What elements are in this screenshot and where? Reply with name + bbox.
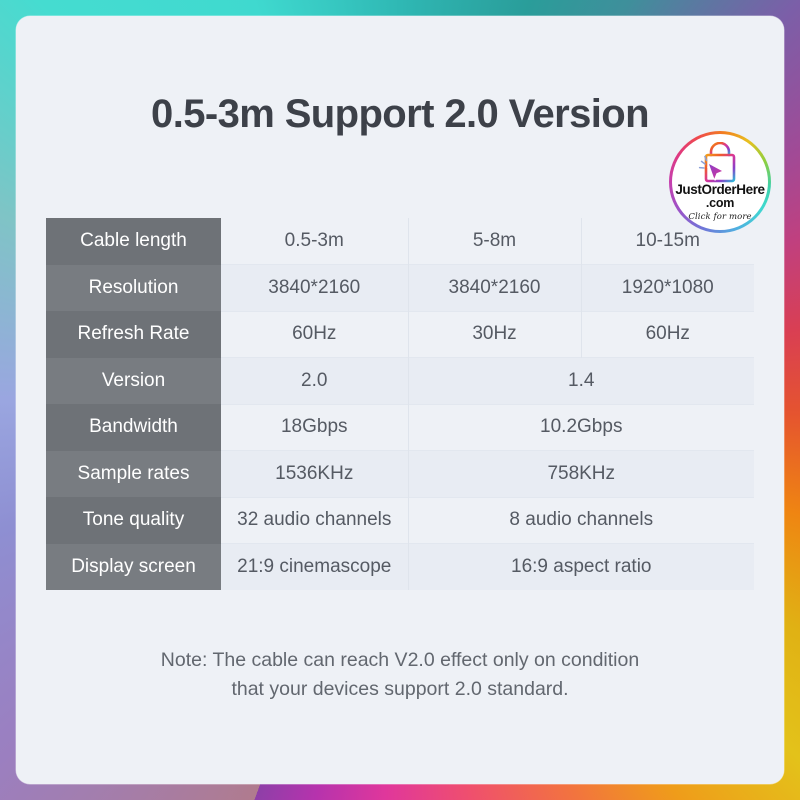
table-cell: 32 audio channels [221,496,409,544]
table-cell: 3840*2160 [221,264,409,311]
table-cell: 10.2Gbps [408,403,754,451]
table-row: Display screen 21:9 cinemascope 16:9 aspec… [46,543,754,590]
table-cell: 60Hz [221,310,409,358]
shopping-bag-cursor-icon [698,142,736,183]
specification-table-body: Cable length 0.5-3m 5-8m 10-15m Resolution 38… [46,218,754,590]
table-cell: 758KHz [408,450,754,497]
table-cell: 0.5-3m [221,218,409,265]
table-cell: 30Hz [408,310,582,358]
table-cell: 60Hz [581,310,754,358]
table-cell: 1536KHz [221,450,409,497]
footer-note: Note: The cable can reach V2.0 effect on… [76,646,724,704]
table-cell: 2.0 [221,357,409,404]
table-row-label: Sample rates [46,450,221,497]
table-row-label: Version [46,357,221,404]
table-row-label: Bandwidth [46,404,221,451]
gradient-frame: 0.5-3m Support 2.0 Version JustOrderHere… [0,0,800,800]
table-cell: 1920*1080 [581,264,754,311]
table-row-label: Tone quality [46,497,221,544]
brand-badge-inner: JustOrderHere .com Click for more [672,134,768,230]
table-cell: 16:9 aspect ratio [408,543,754,590]
footer-note-line-1: Note: The cable can reach V2.0 effect on… [160,649,640,671]
table-cell: 1.4 [408,357,754,404]
table-cell: 3840*2160 [408,264,582,311]
brand-tld: .com [705,196,735,210]
brand-cta: Click for more [688,212,752,222]
brand-name: JustOrderHere [675,182,765,197]
table-row-label: Cable length [46,218,221,265]
specification-table: Cable length 0.5-3m 5-8m 10-15m Resolution 38… [46,218,754,590]
footer-note-line-2: that your devices support 2.0 standard. [231,678,569,700]
table-row-label: Refresh Rate [46,311,221,358]
table-cell: 18Gbps [221,403,409,451]
table-cell: 5-8m [408,218,582,265]
page-title: 0.5-3m Support 2.0 Version [151,92,650,136]
table-row: Resolution 3840*2160 3840*2160 1920*1080 [46,264,754,311]
table-row-label: Resolution [46,264,221,311]
table-cell: 21:9 cinemascope [221,543,409,590]
table-cell: 8 audio channels [408,496,754,544]
product-spec-card: 0.5-3m Support 2.0 Version JustOrderHere… [16,16,784,784]
table-row: Sample rates 1536KHz 758KHz [46,450,754,497]
table-row-label: Display screen [46,543,221,590]
brand-badge[interactable]: JustOrderHere .com Click for more [669,131,771,233]
table-row: Refresh Rate 60Hz 30Hz 60Hz [46,310,754,358]
table-row: Bandwidth 18Gbps 10.2Gbps [46,403,754,451]
table-row: Version 2.0 1.4 [46,357,754,404]
table-row: Cable length 0.5-3m 5-8m 10-15m [46,218,754,265]
table-row: Tone quality 32 audio channels 8 audio cha… [46,496,754,544]
